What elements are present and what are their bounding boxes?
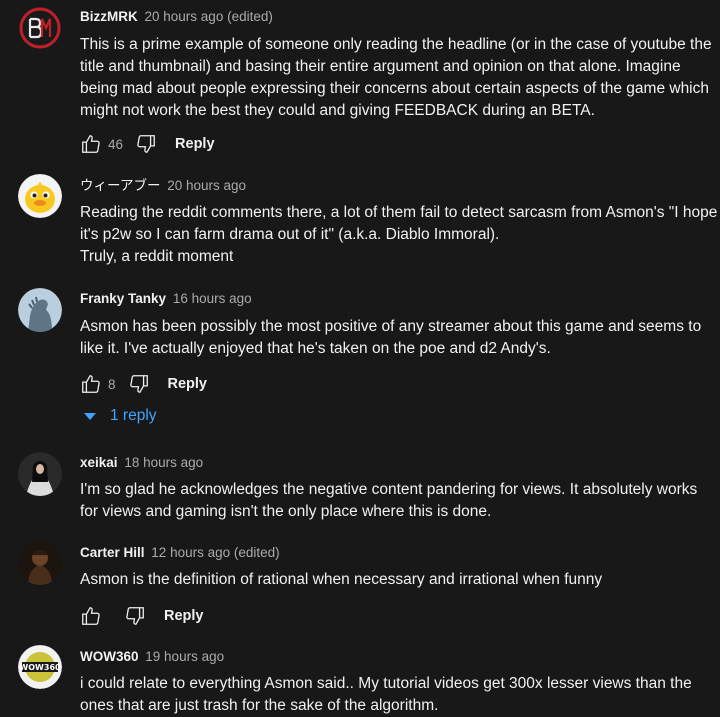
profile-photo-icon — [18, 452, 62, 496]
comment-timestamp[interactable]: 19 hours ago — [145, 649, 224, 664]
avatar[interactable] — [18, 288, 62, 332]
like-count: 46 — [108, 136, 124, 152]
avatar[interactable] — [18, 6, 62, 50]
godzilla-icon — [18, 288, 62, 332]
reply-button[interactable]: Reply — [168, 376, 208, 392]
view-replies-label: 1 reply — [110, 407, 157, 424]
reply-button[interactable]: Reply — [164, 608, 204, 624]
like-button[interactable] — [80, 605, 102, 627]
comment-text: Asmon is the definition of rational when… — [80, 571, 603, 588]
like-button[interactable] — [80, 133, 102, 155]
avatar[interactable]: WOW360 — [18, 645, 62, 689]
thumbs-down-icon — [126, 607, 144, 625]
avatar[interactable] — [18, 174, 62, 218]
comment-timestamp[interactable]: 18 hours ago — [124, 455, 203, 470]
avatar[interactable] — [18, 541, 62, 585]
profile-photo-icon — [18, 541, 62, 585]
thumbs-up-icon — [82, 607, 100, 625]
dislike-button[interactable] — [128, 373, 150, 395]
comment-text: Asmon has been possibly the most positiv… — [80, 318, 702, 357]
comment-text: I'm so glad he acknowledges the negative… — [80, 481, 698, 520]
caret-down-icon — [84, 412, 96, 420]
wow360-logo-icon: WOW360 — [18, 645, 62, 689]
comment-text: i could relate to everything Asmon said.… — [80, 675, 692, 714]
comment-timestamp[interactable]: 20 hours ago (edited) — [145, 9, 273, 24]
thumbs-up-icon — [82, 135, 100, 153]
comment-author[interactable]: BizzMRK — [80, 9, 138, 24]
reply-button[interactable]: Reply — [175, 136, 215, 152]
comment-timestamp[interactable]: 12 hours ago (edited) — [151, 545, 279, 560]
like-button[interactable] — [80, 373, 102, 395]
dislike-button[interactable] — [124, 605, 146, 627]
view-replies-button[interactable]: 1 reply — [84, 407, 157, 425]
chocobo-icon — [18, 174, 62, 218]
comment-text: This is a prime example of someone only … — [80, 36, 712, 119]
comment-text: Reading the reddit comments there, a lot… — [80, 204, 718, 265]
thumbs-up-icon — [82, 375, 100, 393]
comment-author[interactable]: xeikai — [80, 455, 118, 470]
avatar[interactable] — [18, 452, 62, 496]
comment-timestamp[interactable]: 20 hours ago — [167, 178, 246, 193]
avatar-logo-text: WOW360 — [19, 663, 61, 672]
thumbs-down-icon — [137, 135, 155, 153]
comment-author[interactable]: Franky Tanky — [80, 291, 166, 306]
dislike-button[interactable] — [135, 133, 157, 155]
comment-author[interactable]: ウィーアブー — [80, 178, 160, 193]
comment-author[interactable]: Carter Hill — [80, 545, 145, 560]
thumbs-down-icon — [129, 375, 148, 393]
comment-timestamp[interactable]: 16 hours ago — [173, 291, 252, 306]
bm-logo-icon — [18, 6, 62, 50]
comment-author[interactable]: WOW360 — [80, 649, 139, 664]
like-count: 8 — [108, 376, 116, 392]
